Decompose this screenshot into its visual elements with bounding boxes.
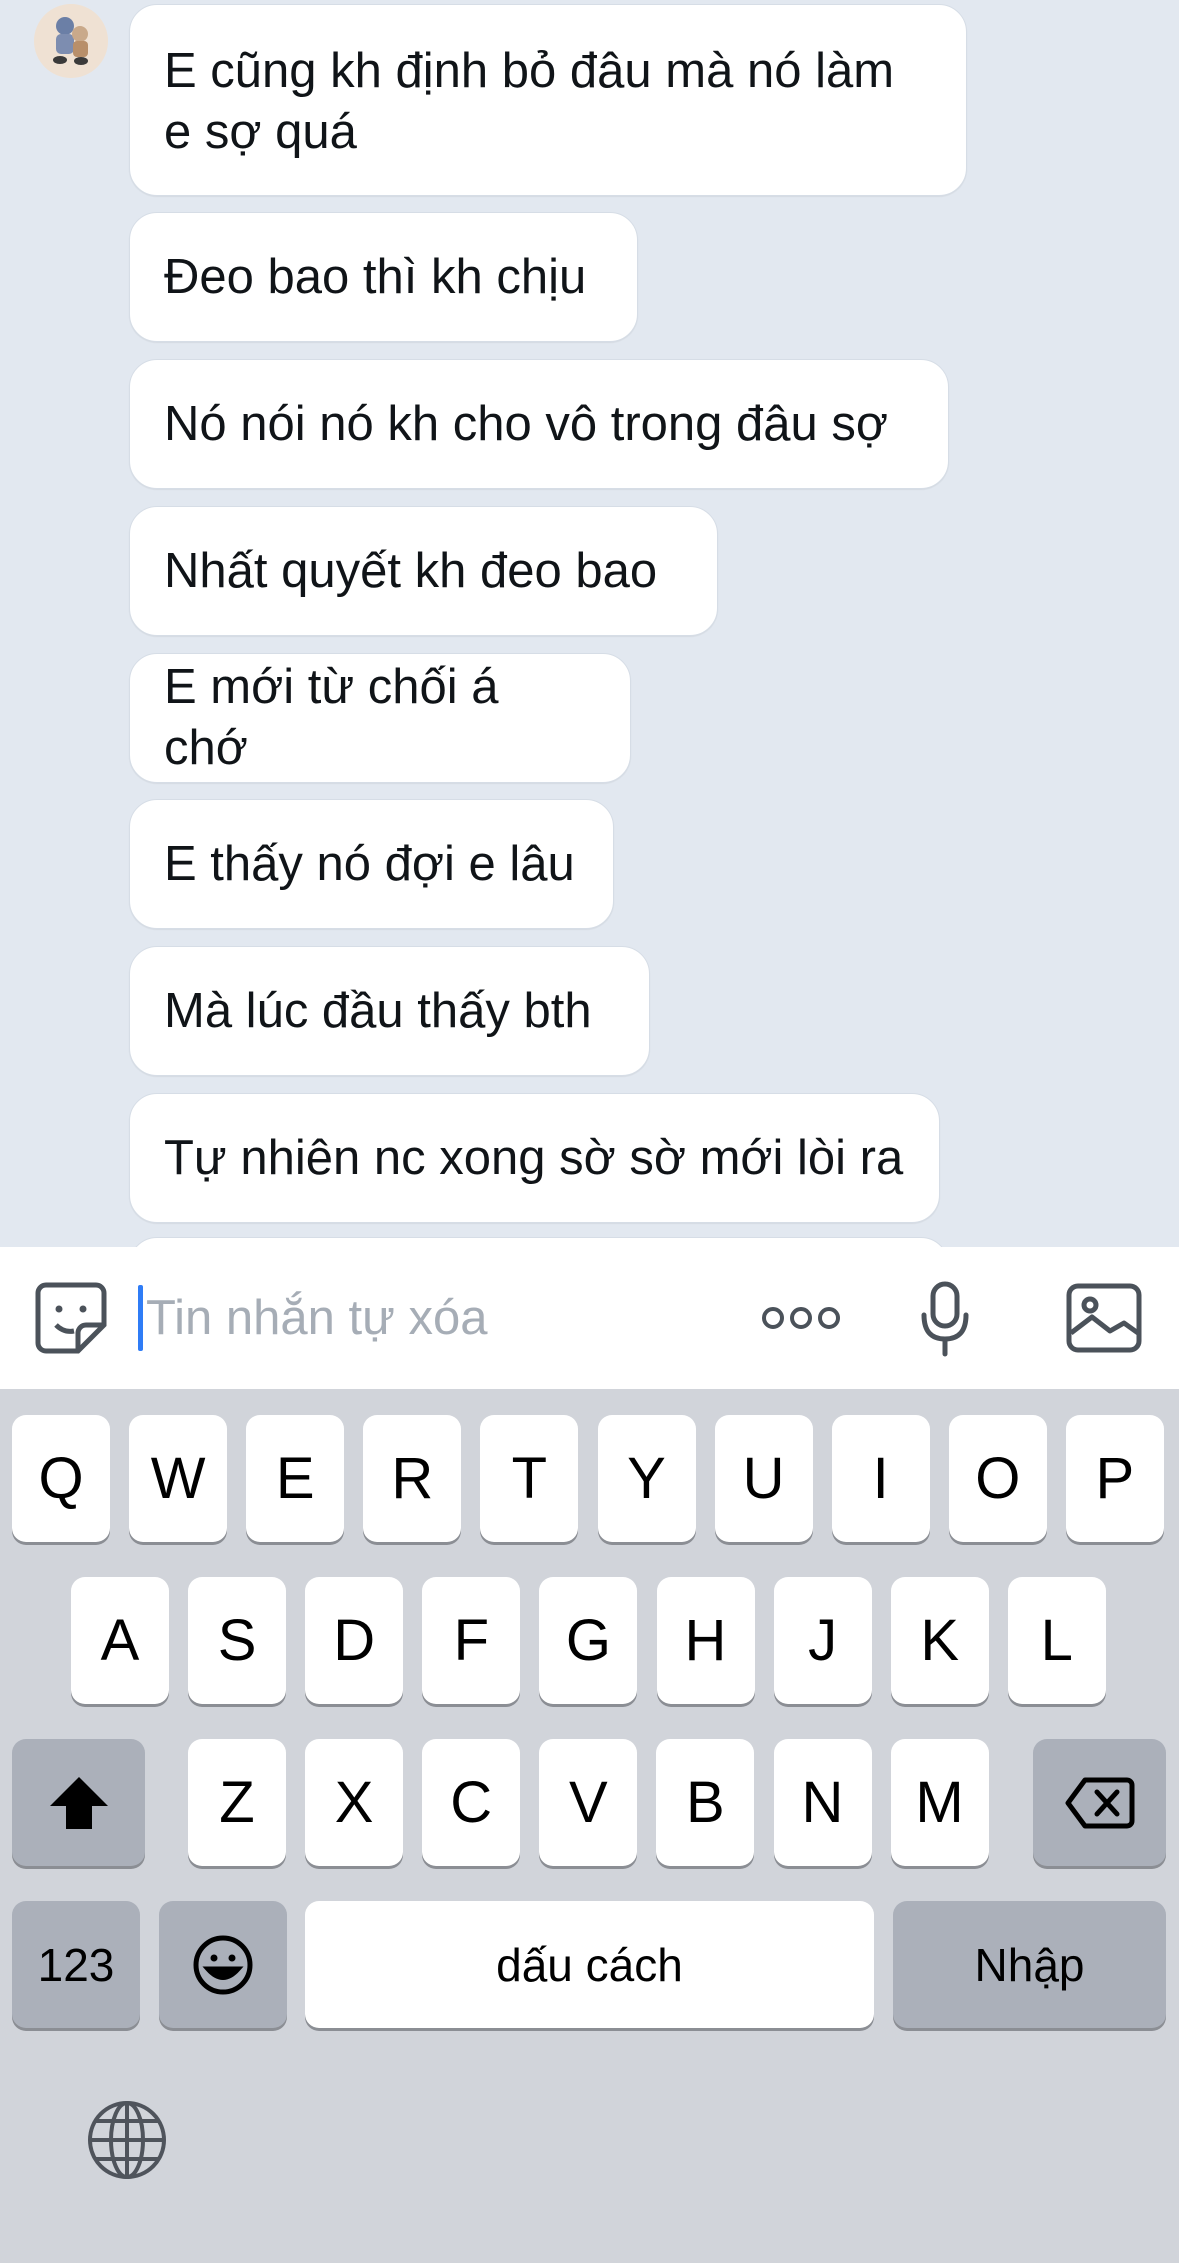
emoji-key[interactable]	[159, 1901, 287, 2028]
key-k[interactable]: K	[890, 1577, 989, 1704]
key-label: V	[568, 1770, 608, 1835]
message-text: E thấy nó đợi e lâu	[164, 836, 575, 891]
keyboard: Q W E R T Y U I O P A S D F G H J K L Z X C V B N M 123 dấu các…	[0, 1389, 1179, 2263]
sender-avatar[interactable]	[34, 4, 108, 78]
key-label: T	[511, 1446, 548, 1511]
message-bubble[interactable]: Nó nói nó kh cho vô trong đâu sợ	[129, 359, 949, 489]
key-label: C	[450, 1770, 493, 1835]
key-label: G	[565, 1608, 611, 1673]
key-t[interactable]: T	[480, 1415, 579, 1542]
message-text: e sợ quá	[164, 105, 357, 159]
key-label: R	[391, 1446, 434, 1511]
key-l[interactable]: L	[1007, 1577, 1106, 1704]
return-key[interactable]: Nhập	[893, 1901, 1166, 2028]
key-label: W	[150, 1446, 206, 1511]
shift-key[interactable]	[12, 1739, 145, 1866]
key-m[interactable]: M	[890, 1739, 989, 1866]
key-j[interactable]: J	[773, 1577, 872, 1704]
key-o[interactable]: O	[948, 1415, 1047, 1542]
message-text: E cũng kh định bỏ đâu mà nó làm	[164, 44, 895, 98]
space-key[interactable]: dấu cách	[305, 1901, 874, 2028]
key-x[interactable]: X	[305, 1739, 404, 1866]
key-g[interactable]: G	[539, 1577, 638, 1704]
key-label: U	[742, 1446, 785, 1511]
key-label: K	[920, 1608, 960, 1673]
more-icon[interactable]	[760, 1305, 842, 1336]
key-label: I	[872, 1446, 889, 1511]
message-bubble[interactable]: Mà lúc đầu thấy bth	[129, 946, 650, 1076]
backspace-icon	[1065, 1777, 1134, 1828]
key-label: X	[334, 1770, 374, 1835]
key-b[interactable]: B	[656, 1739, 755, 1866]
message-text: E mới từ chối á chớ	[164, 660, 499, 775]
key-z[interactable]: Z	[188, 1739, 286, 1866]
message-text: Nó nói nó kh cho vô trong đâu sợ	[164, 396, 889, 451]
message-bubble[interactable]: Tự nhiên nc xong sờ sờ mới lòi ra	[129, 1093, 940, 1223]
key-label: J	[808, 1608, 838, 1673]
key-label: M	[915, 1770, 964, 1835]
key-label: E	[275, 1446, 315, 1511]
shift-icon	[49, 1776, 108, 1829]
key-p[interactable]: P	[1065, 1415, 1164, 1542]
key-label: Z	[219, 1770, 255, 1835]
key-label: A	[100, 1608, 140, 1673]
message-bubble[interactable]: Đeo bao thì kh chịu	[129, 212, 638, 342]
message-input-bar: Tin nhắn tự xóa	[0, 1247, 1179, 1389]
image-icon[interactable]	[1066, 1283, 1142, 1358]
text-caret	[138, 1285, 143, 1351]
key-label: P	[1095, 1446, 1135, 1511]
key-label: Y	[627, 1446, 666, 1511]
message-bubble-partial[interactable]	[129, 1237, 949, 1247]
message-bubble[interactable]: E mới từ chối á chớ	[129, 653, 631, 783]
message-bubble[interactable]: E cũng kh định bỏ đâu mà nó làm e sợ quá	[129, 4, 967, 196]
key-r[interactable]: R	[363, 1415, 462, 1542]
globe-icon[interactable]	[86, 2099, 168, 2186]
emoji-icon	[193, 1935, 253, 1994]
message-bubble[interactable]: E thấy nó đợi e lâu	[129, 799, 614, 929]
numbers-key[interactable]: 123	[12, 1901, 140, 2028]
key-w[interactable]: W	[129, 1415, 228, 1542]
backspace-key[interactable]	[1033, 1739, 1166, 1866]
key-c[interactable]: C	[422, 1739, 521, 1866]
key-label: Q	[38, 1446, 84, 1511]
key-q[interactable]: Q	[12, 1415, 110, 1542]
key-n[interactable]: N	[773, 1739, 872, 1866]
key-v[interactable]: V	[539, 1739, 638, 1866]
microphone-icon[interactable]	[920, 1281, 970, 1362]
key-f[interactable]: F	[422, 1577, 521, 1704]
key-h[interactable]: H	[656, 1577, 755, 1704]
key-y[interactable]: Y	[597, 1415, 696, 1542]
message-text: Mà lúc đầu thấy bth	[164, 983, 592, 1038]
key-i[interactable]: I	[831, 1415, 930, 1542]
key-label: H	[684, 1608, 727, 1673]
key-label: B	[686, 1770, 725, 1835]
key-label: S	[217, 1608, 257, 1673]
sticker-icon[interactable]	[34, 1281, 108, 1360]
message-text: Nhất quyết kh đeo bao	[164, 543, 658, 598]
message-text: Đeo bao thì kh chịu	[164, 249, 587, 304]
key-label: L	[1040, 1608, 1073, 1673]
key-u[interactable]: U	[714, 1415, 813, 1542]
key-label: N	[801, 1770, 844, 1835]
message-text: Tự nhiên nc xong sờ sờ mới lòi ra	[164, 1130, 904, 1185]
key-label: O	[975, 1446, 1021, 1511]
message-input[interactable]: Tin nhắn tự xóa	[146, 1247, 488, 1389]
message-bubble[interactable]: Nhất quyết kh đeo bao	[129, 506, 718, 636]
key-d[interactable]: D	[305, 1577, 404, 1704]
key-s[interactable]: S	[188, 1577, 287, 1704]
key-label: F	[453, 1608, 490, 1673]
key-a[interactable]: A	[71, 1577, 169, 1704]
key-label: D	[333, 1608, 376, 1673]
chat-area: E cũng kh định bỏ đâu mà nó làm e sợ quá…	[0, 0, 1179, 1247]
key-e[interactable]: E	[246, 1415, 345, 1542]
